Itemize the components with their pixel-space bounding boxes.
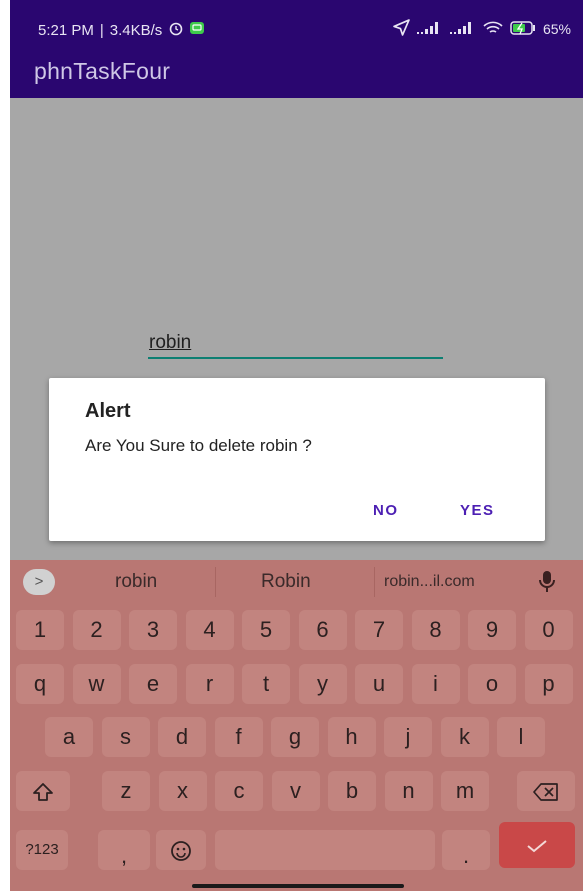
key-r[interactable]: r [185, 664, 234, 704]
battery-percent: 65% [542, 21, 571, 37]
status-separator: | [99, 21, 104, 39]
key-x[interactable]: x [158, 771, 207, 811]
suggestion-3[interactable]: robin...il.com [384, 573, 475, 591]
key-q[interactable]: q [16, 664, 64, 704]
key-6[interactable]: 6 [298, 610, 347, 650]
app-title: phnTaskFour [34, 58, 171, 84]
expand-arrow-icon[interactable]: > [23, 569, 55, 595]
key-w[interactable]: w [72, 664, 121, 704]
key-0[interactable]: 0 [524, 610, 573, 650]
microphone-icon[interactable] [538, 569, 556, 595]
wifi-icon [483, 20, 503, 39]
key-e[interactable]: e [129, 664, 177, 704]
suggestion-divider [374, 567, 375, 597]
space-key[interactable] [215, 830, 435, 870]
status-right: 65% [393, 19, 571, 39]
key-1[interactable]: 1 [16, 610, 64, 650]
key-t[interactable]: t [242, 664, 290, 704]
message-icon [190, 21, 205, 39]
key-3[interactable]: 3 [129, 610, 177, 650]
key-v[interactable]: v [271, 771, 320, 811]
alert-dialog: Alert Are You Sure to delete robin ? NO … [49, 378, 545, 541]
status-time: 5:21 PM [38, 21, 94, 39]
key-o[interactable]: o [468, 664, 516, 704]
key-i[interactable]: i [411, 664, 460, 704]
signal-icon [449, 21, 476, 38]
dialog-message: Are You Sure to delete robin ? [85, 436, 312, 455]
name-edit-text[interactable]: robin [149, 332, 191, 354]
key-h[interactable]: h [327, 717, 376, 757]
key-d[interactable]: d [158, 717, 206, 757]
key-u[interactable]: u [355, 664, 403, 704]
key-z[interactable]: z [102, 771, 150, 811]
suggestion-divider [215, 567, 216, 597]
symbols-key[interactable]: ?123 [16, 830, 68, 870]
emoji-key[interactable] [156, 830, 206, 870]
location-icon [393, 19, 410, 39]
navigation-pill[interactable] [192, 884, 404, 888]
key-4[interactable]: 4 [185, 610, 234, 650]
key-8[interactable]: 8 [411, 610, 460, 650]
key-s[interactable]: s [101, 717, 150, 757]
key-j[interactable]: j [384, 717, 432, 757]
key-2[interactable]: 2 [72, 610, 121, 650]
key-k[interactable]: k [440, 717, 489, 757]
status-bar: 5:21 PM | 3.4KB/s 65% [10, 0, 583, 58]
emoji-icon [170, 837, 192, 862]
dialog-title: Alert [85, 400, 131, 422]
alarm-icon [168, 20, 184, 40]
comma-key[interactable]: , [98, 830, 150, 870]
edit-text-underline [148, 357, 443, 359]
suggestion-2[interactable]: Robin [261, 571, 311, 593]
soft-keyboard: > robin Robin robin...il.com 1234567890q… [10, 560, 583, 891]
key-a[interactable]: a [45, 717, 93, 757]
status-left: 5:21 PM | 3.4KB/s [38, 20, 205, 40]
key-9[interactable]: 9 [468, 610, 516, 650]
enter-key[interactable] [499, 822, 575, 868]
backspace-key[interactable] [517, 771, 575, 811]
network-speed: 3.4KB/s [109, 21, 163, 39]
key-f[interactable]: f [214, 717, 263, 757]
checkmark-icon [526, 832, 548, 857]
key-p[interactable]: p [524, 664, 573, 704]
key-n[interactable]: n [384, 771, 433, 811]
signal-icon [416, 21, 443, 38]
key-g[interactable]: g [271, 717, 319, 757]
app-bar: phnTaskFour [10, 58, 583, 98]
suggestion-bar: > robin Robin robin...il.com [10, 560, 583, 604]
backspace-icon [533, 778, 559, 803]
suggestion-1[interactable]: robin [115, 571, 157, 593]
yes-button[interactable]: YES [460, 502, 495, 519]
key-5[interactable]: 5 [242, 610, 290, 650]
shift-icon [32, 778, 54, 803]
key-y[interactable]: y [298, 664, 347, 704]
key-b[interactable]: b [328, 771, 376, 811]
battery-icon [510, 20, 536, 38]
no-button[interactable]: NO [373, 502, 399, 519]
key-7[interactable]: 7 [355, 610, 403, 650]
shift-key[interactable] [16, 771, 70, 811]
key-m[interactable]: m [441, 771, 489, 811]
key-c[interactable]: c [215, 771, 263, 811]
phone-screen: 5:21 PM | 3.4KB/s 65% phnTaskFour robin … [10, 0, 583, 891]
period-key[interactable]: . [442, 830, 490, 870]
key-l[interactable]: l [497, 717, 545, 757]
